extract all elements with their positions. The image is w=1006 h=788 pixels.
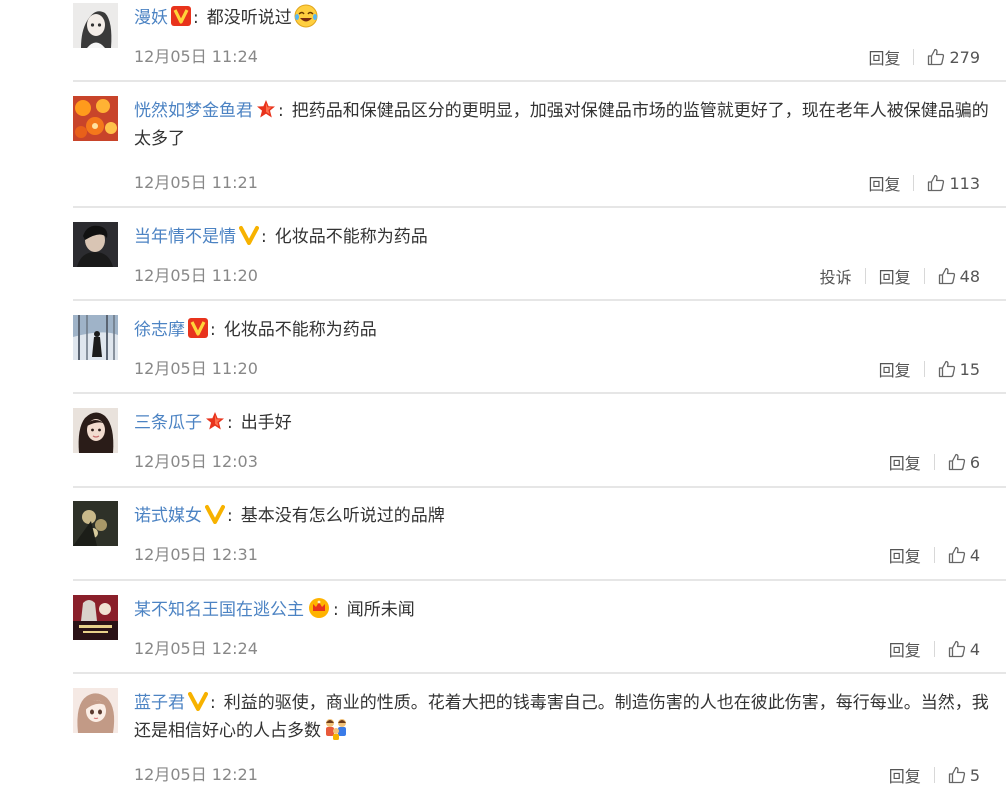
avatar[interactable] xyxy=(73,501,118,546)
comment-text: 出手好 xyxy=(240,413,292,433)
reply-button[interactable]: 回复 xyxy=(868,171,900,195)
comment-time: 12月05日 11:20 xyxy=(134,266,258,285)
avatar[interactable] xyxy=(73,222,118,267)
comment-item: 徐志摩: 化妆品不能称为药品 12月05日 11:20 回复 15 xyxy=(73,315,1006,395)
verified-v-red-icon xyxy=(171,6,191,26)
like-button[interactable]: 48 xyxy=(938,267,980,286)
comment-text: 化妆品不能称为药品 xyxy=(223,320,377,340)
comment-time: 12月05日 12:21 xyxy=(134,765,258,784)
thumbs-up-icon xyxy=(948,546,965,564)
report-button[interactable]: 投诉 xyxy=(820,264,852,288)
comment-time: 12月05日 12:24 xyxy=(134,639,258,658)
like-count: 4 xyxy=(969,545,980,565)
username[interactable]: 某不知名王国在逃公主 xyxy=(134,600,304,620)
divider xyxy=(73,579,1006,581)
verified-v-yellow-icon xyxy=(239,226,259,245)
verified-v-red-icon xyxy=(188,318,208,338)
username[interactable]: 徐志摩 xyxy=(134,320,185,340)
avatar[interactable] xyxy=(73,688,118,733)
verified-v-yellow-icon xyxy=(205,505,225,524)
comment-item: 三条瓜子: 出手好 12月05日 12:03 回复 6 xyxy=(73,408,1006,488)
thumbs-up-icon xyxy=(938,267,955,285)
divider xyxy=(73,486,1006,488)
avatar[interactable] xyxy=(73,408,118,453)
like-count: 113 xyxy=(949,173,980,193)
like-count: 6 xyxy=(969,452,980,472)
comment-item: 某不知名王国在逃公主: 闻所未闻 12月05日 12:24 回复 4 xyxy=(73,595,1006,675)
like-button[interactable]: 4 xyxy=(948,546,980,565)
comment-time: 12月05日 11:21 xyxy=(134,173,258,192)
star-red-icon xyxy=(206,412,224,430)
like-button[interactable]: 5 xyxy=(948,766,980,785)
comment-text: 化妆品不能称为药品 xyxy=(274,227,428,247)
like-count: 15 xyxy=(959,359,980,379)
username[interactable]: 蓝子君 xyxy=(134,693,185,713)
avatar[interactable] xyxy=(73,595,118,640)
reply-button[interactable]: 回复 xyxy=(889,543,921,567)
username[interactable]: 三条瓜子 xyxy=(134,413,202,433)
comment-text: 闻所未闻 xyxy=(346,600,415,620)
reply-button[interactable]: 回复 xyxy=(868,45,900,69)
like-button[interactable]: 6 xyxy=(948,453,980,472)
like-button[interactable]: 4 xyxy=(948,640,980,659)
laughing-crying-emoji xyxy=(294,4,318,28)
divider xyxy=(73,80,1006,82)
like-button[interactable]: 279 xyxy=(927,48,980,67)
comment-item: 当年情不是情: 化妆品不能称为药品 12月05日 11:20 投诉 回复 48 xyxy=(73,222,1006,302)
reply-button[interactable]: 回复 xyxy=(889,763,921,787)
comment-time: 12月05日 11:20 xyxy=(134,359,258,378)
divider xyxy=(73,392,1006,394)
comment-text: 基本没有怎么听说过的品牌 xyxy=(240,506,445,526)
username[interactable]: 恍然如梦金鱼君 xyxy=(134,101,253,121)
comment-item: 诺式媒女: 基本没有怎么听说过的品牌 12月05日 12:31 回复 4 xyxy=(73,501,1006,581)
like-count: 5 xyxy=(969,765,980,785)
thumbs-up-icon xyxy=(948,766,965,784)
avatar[interactable] xyxy=(73,3,118,48)
divider xyxy=(73,672,1006,674)
family-emoji xyxy=(326,719,346,740)
like-count: 279 xyxy=(949,47,980,67)
verified-v-yellow-icon xyxy=(188,692,208,711)
comment-item: 漫妖: 都没听说过 12月05日 11:24 回复 279 xyxy=(73,3,1006,78)
comment-item: 蓝子君: 利益的驱使，商业的性质。花着大把的钱毒害自己。制造伤害的人也在彼此伤害，… xyxy=(73,688,1006,788)
like-button[interactable]: 113 xyxy=(927,174,980,193)
username[interactable]: 漫妖 xyxy=(134,8,168,28)
avatar[interactable] xyxy=(73,96,118,141)
divider xyxy=(73,206,1006,208)
comment-text: 都没听说过 xyxy=(206,8,292,28)
avatar[interactable] xyxy=(73,315,118,360)
like-count: 4 xyxy=(969,639,980,659)
thumbs-up-icon xyxy=(928,174,945,192)
thumbs-up-icon xyxy=(928,48,945,66)
username[interactable]: 当年情不是情 xyxy=(134,227,236,247)
comment-time: 12月05日 11:24 xyxy=(134,47,258,66)
thumbs-up-icon xyxy=(938,360,955,378)
comment-text: 利益的驱使，商业的性质。花着大把的钱毒害自己。制造伤害的人也在彼此伤害，每行每业… xyxy=(134,693,989,741)
reply-button[interactable]: 回复 xyxy=(889,450,921,474)
username[interactable]: 诺式媒女 xyxy=(134,506,202,526)
star-red-icon xyxy=(257,100,275,118)
divider xyxy=(73,299,1006,301)
comment-time: 12月05日 12:31 xyxy=(134,545,258,564)
like-button[interactable]: 15 xyxy=(938,360,980,379)
comment-item: 恍然如梦金鱼君: 把药品和保健品区分的更明显，加强对保健品市场的监管就更好了，现在… xyxy=(73,96,1006,206)
reply-button[interactable]: 回复 xyxy=(879,357,911,381)
reply-button[interactable]: 回复 xyxy=(889,637,921,661)
thumbs-up-icon xyxy=(948,640,965,658)
like-count: 48 xyxy=(959,266,980,286)
crown-badge-icon xyxy=(309,598,329,618)
thumbs-up-icon xyxy=(948,453,965,471)
comment-time: 12月05日 12:03 xyxy=(134,452,258,471)
reply-button[interactable]: 回复 xyxy=(879,264,911,288)
